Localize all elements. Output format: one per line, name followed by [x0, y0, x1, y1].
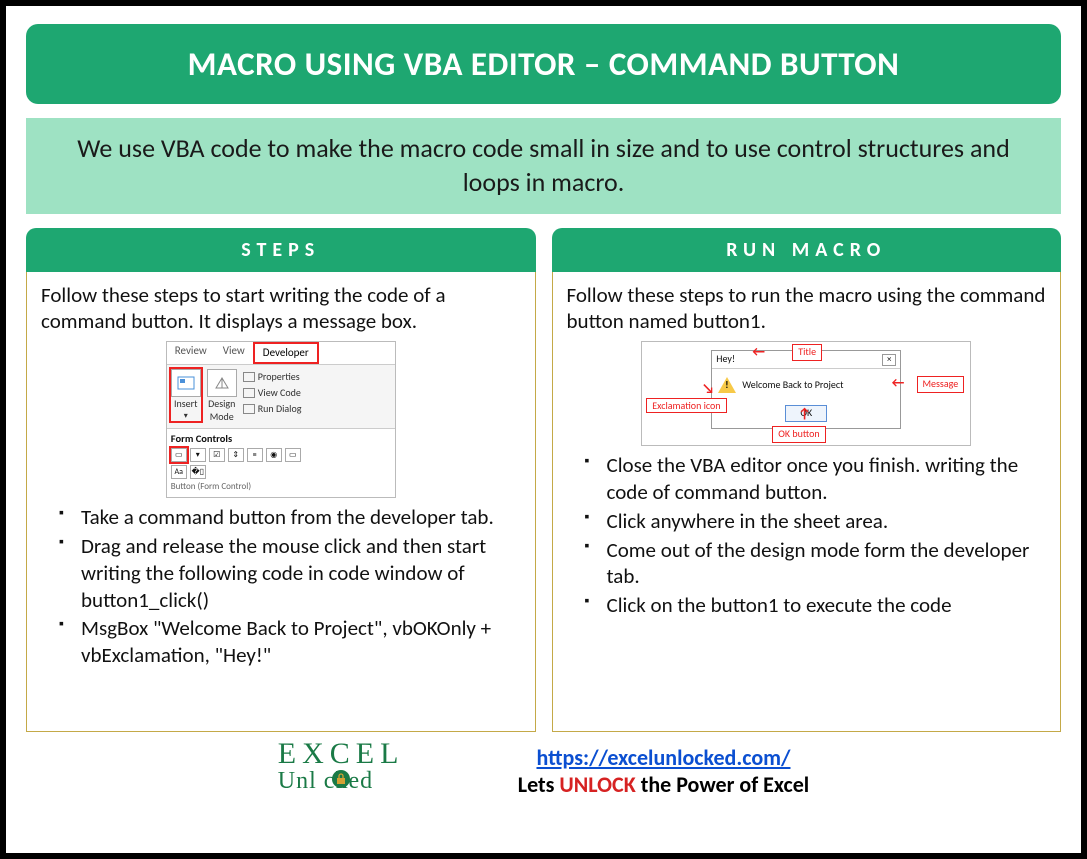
slide-container: MACRO USING VBA EDITOR – COMMAND BUTTON … [0, 0, 1087, 859]
tab-developer: Developer [253, 342, 319, 364]
steps-header: STEPS [26, 228, 536, 272]
footer: EXCEL Unl cked https://excelunlocked.com… [26, 740, 1061, 802]
list-item: MsgBox "Welcome Back to Project", vbOKOn… [65, 615, 521, 669]
view-code-icon [243, 388, 255, 398]
form-control-button-icon: ▭ [171, 448, 187, 462]
view-code-label: View Code [258, 385, 301, 401]
design-mode-icon [207, 369, 237, 397]
list-item: Take a command button from the developer… [65, 504, 521, 531]
tab-review: Review [167, 342, 215, 364]
list-item: Close the VBA editor once you finish. wr… [591, 452, 1047, 506]
run-list: Close the VBA editor once you finish. wr… [567, 452, 1047, 619]
steps-list: Take a command button from the developer… [41, 504, 521, 669]
form-control-label-icon: Aa [171, 465, 187, 479]
run-macro-body: Follow these steps to run the macro usin… [552, 272, 1062, 732]
tagline-pre: Lets [518, 771, 560, 798]
form-control-spin-icon: ⇕ [228, 448, 244, 462]
run-dialog-icon [243, 404, 255, 414]
tagline-post: the Power of Excel [636, 771, 809, 798]
form-control-list-icon: ≡ [247, 448, 263, 462]
ribbon-diagram: Review View Developer Insert ▾ [41, 341, 521, 498]
columns-wrap: STEPS Follow these steps to start writin… [26, 228, 1061, 732]
properties-label: Properties [258, 369, 300, 385]
msgbox-message-text: Welcome Back to Project [742, 379, 843, 392]
form-control-scroll-icon: �▯ [190, 465, 206, 479]
steps-intro: Follow these steps to start writing the … [41, 282, 521, 336]
insert-label: Insert [171, 398, 201, 411]
steps-body: Follow these steps to start writing the … [26, 272, 536, 732]
insert-button: Insert ▾ [171, 369, 201, 421]
list-item: Click on the button1 to execute the code [591, 592, 1047, 619]
form-control-caption: Button (Form Control) [171, 481, 391, 493]
list-item: Drag and release the mouse click and the… [65, 533, 521, 614]
arrow-icon: ← [892, 374, 905, 392]
footer-url-link[interactable]: https://excelunlocked.com/ [536, 744, 790, 771]
tagline-unlock: UNLOCK [559, 771, 635, 798]
form-control-option-icon: ◉ [266, 448, 282, 462]
properties-icon [243, 372, 255, 382]
steps-column: STEPS Follow these steps to start writin… [26, 228, 536, 732]
tab-view: View [215, 342, 253, 364]
logo-top-text: EXCEL [278, 737, 405, 770]
form-control-combo-icon: ▾ [190, 448, 206, 462]
form-controls-panel: Form Controls ▭ ▾ ☑ ⇕ ≡ ◉ ▭ Aa �▯ [167, 428, 395, 497]
callout-title: Title [792, 344, 822, 361]
msgbox-title-text: Hey! [716, 353, 735, 366]
form-control-check-icon: ☑ [209, 448, 225, 462]
footer-tagline: Lets UNLOCK the Power of Excel [518, 771, 809, 798]
msgbox-diagram: Hey! × Welcome Back to Project OK [567, 341, 1047, 446]
page-subtitle: We use VBA code to make the macro code s… [26, 118, 1061, 214]
form-controls-title: Form Controls [171, 432, 391, 445]
run-macro-header: RUN MACRO [552, 228, 1062, 272]
callout-ok: OK button [772, 426, 825, 443]
design-mode-button: Design Mode [207, 369, 237, 424]
logo-bottom-text: Unl cked [278, 768, 373, 794]
lock-icon [332, 770, 350, 788]
exclamation-icon [718, 377, 736, 393]
run-macro-column: RUN MACRO Follow these steps to run the … [552, 228, 1062, 732]
callout-exclamation: Exclamation icon [646, 398, 726, 413]
page-title: MACRO USING VBA EDITOR – COMMAND BUTTON [26, 24, 1061, 104]
design-mode-label: Design Mode [207, 398, 237, 424]
run-intro: Follow these steps to run the macro usin… [567, 282, 1047, 336]
excel-unlocked-logo: EXCEL Unl cked [278, 740, 488, 802]
insert-icon [171, 369, 201, 397]
list-item: Come out of the design mode form the dev… [591, 537, 1047, 591]
properties-group: Properties View Code Run Dialog [243, 369, 302, 417]
form-control-group-icon: ▭ [285, 448, 301, 462]
footer-text: https://excelunlocked.com/ Lets UNLOCK t… [518, 744, 809, 798]
list-item: Click anywhere in the sheet area. [591, 508, 1047, 535]
arrow-icon: ↑ [798, 405, 811, 423]
callout-message: Message [917, 376, 965, 393]
arrow-icon: ← [752, 343, 765, 361]
close-icon: × [882, 354, 896, 366]
arrow-icon: ↘ [702, 380, 714, 398]
run-dialog-label: Run Dialog [258, 401, 302, 417]
